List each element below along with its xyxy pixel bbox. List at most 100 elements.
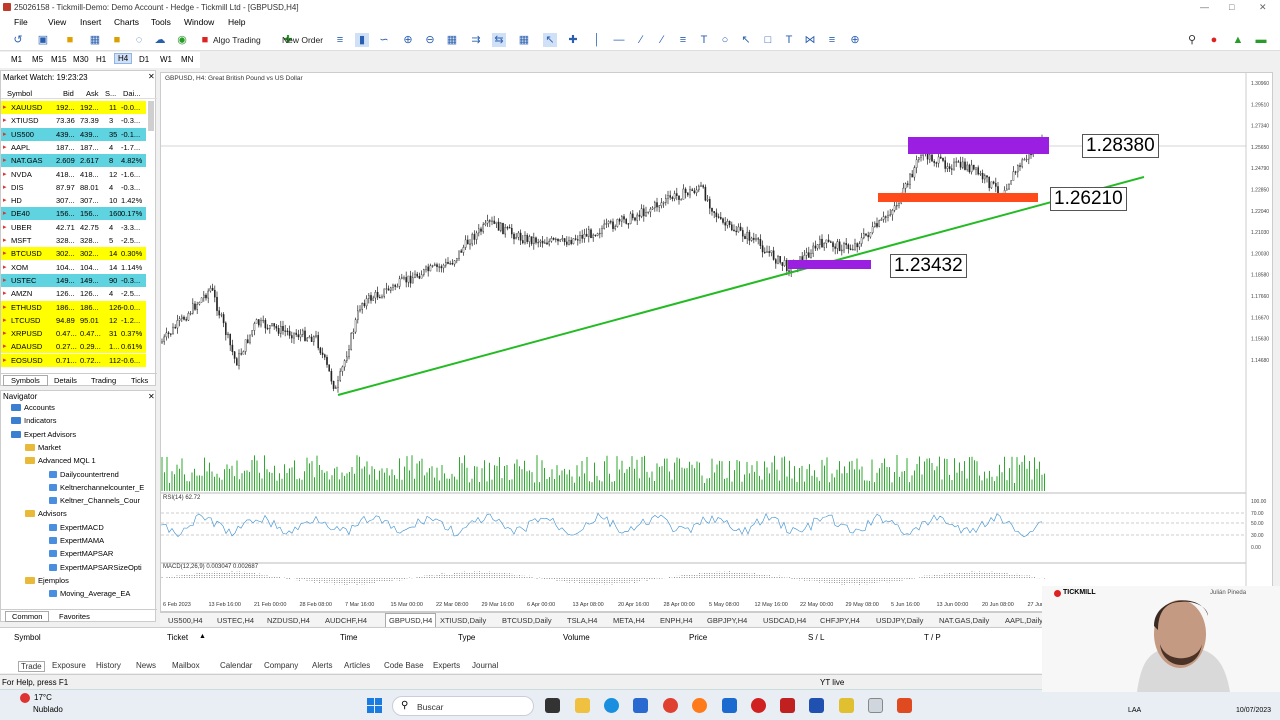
close-icon[interactable]: ✕ <box>148 392 155 401</box>
market-watch-row[interactable]: EOSUSD 0.71... 0.72... 112 -0.6... ▸ <box>1 353 146 367</box>
timeframe-m5[interactable]: M5 <box>29 55 46 64</box>
rectangle-icon[interactable]: □ <box>761 33 775 47</box>
chart-tab[interactable]: AAPL,Daily <box>1005 616 1043 625</box>
community-icon[interactable]: ◉ <box>175 33 189 47</box>
tab-common[interactable]: Common <box>5 611 50 622</box>
chart-tab[interactable]: GBPJPY,H4 <box>707 616 747 625</box>
col-ticket[interactable]: Ticket <box>167 633 188 642</box>
navigator-item[interactable]: Advanced MQL 1 <box>25 454 96 467</box>
close-icon[interactable]: ✕ <box>1259 2 1267 13</box>
zoom-in-icon[interactable]: ⊕ <box>401 33 415 47</box>
chart-tab[interactable]: NZDUSD,H4 <box>267 616 310 625</box>
navigator-item[interactable]: Accounts <box>11 401 55 414</box>
search-icon[interactable]: ⚲ <box>1185 33 1199 47</box>
elliott-icon[interactable]: ≡ <box>825 33 839 47</box>
menu-tools[interactable]: Tools <box>151 17 171 27</box>
timeframe-h4[interactable]: H4 <box>114 53 133 64</box>
app-red-icon[interactable] <box>780 698 795 713</box>
trend-line-icon[interactable]: ∕ <box>634 33 648 47</box>
navigator-item[interactable]: Ejemplos <box>25 574 69 587</box>
market-watch-row[interactable]: US500 439... 439... 35 -0.1... ▸ <box>1 127 146 141</box>
arrows-icon[interactable]: ↖ <box>739 33 753 47</box>
data-window-icon[interactable]: ▦ <box>88 33 102 47</box>
market-watch-row[interactable]: LTCUSD 94.89 95.01 12 -1.2... ▸ <box>1 313 146 327</box>
toolbox-tab[interactable]: Mailbox <box>172 661 200 670</box>
col-sl[interactable]: S / L <box>808 633 824 642</box>
vertical-line-icon[interactable]: │ <box>590 33 604 47</box>
text-label-icon[interactable]: T <box>782 33 796 47</box>
navigator-item[interactable]: ExpertMAMA <box>49 534 104 547</box>
menu-file[interactable]: File <box>14 17 28 27</box>
timeframe-mn[interactable]: MN <box>178 55 196 64</box>
chart-tab[interactable]: NAT.GAS,Daily <box>939 616 989 625</box>
chart-tab[interactable]: AUDCHF,H4 <box>325 616 367 625</box>
toolbox-tab[interactable]: Experts <box>433 661 460 670</box>
vps-icon[interactable]: ☁ <box>153 33 167 47</box>
navigator-item[interactable]: Moving_Average_EA <box>49 587 130 600</box>
edge-icon[interactable] <box>604 698 619 713</box>
weather-icon[interactable] <box>20 693 30 703</box>
timeframe-m1[interactable]: M1 <box>8 55 25 64</box>
horizontal-line-icon[interactable]: — <box>612 33 626 47</box>
market-watch-row[interactable]: DE40 156... 156... 160 0.17% ▸ <box>1 207 146 221</box>
file-explorer-icon[interactable] <box>575 698 590 713</box>
channel-icon[interactable]: ∕ <box>655 33 669 47</box>
maximize-icon[interactable]: □ <box>1229 2 1234 12</box>
col-ask[interactable]: Ask <box>86 89 99 98</box>
market-watch-row[interactable]: NVDA 418... 418... 12 -1.6... ▸ <box>1 167 146 181</box>
line-chart-icon[interactable]: ∽ <box>377 33 391 47</box>
navigator-item[interactable]: ExpertMAPSARSizeOpti <box>49 561 142 574</box>
menu-window[interactable]: Window <box>184 17 214 27</box>
cursor-icon[interactable]: ↖ <box>543 33 557 47</box>
crosshair-icon[interactable]: ✚ <box>566 33 580 47</box>
language-indicator[interactable]: LAA <box>1128 707 1141 714</box>
chrome-icon[interactable] <box>663 698 678 713</box>
store-icon[interactable] <box>633 698 648 713</box>
col-symbol[interactable]: Symbol <box>14 633 41 642</box>
tab-trading[interactable]: Trading <box>91 376 116 385</box>
clock-date[interactable]: 10/07/2023 <box>1236 707 1271 714</box>
market-watch-row[interactable]: XTIUSD 73.36 73.39 3 -0.3... ▸ <box>1 114 146 128</box>
navigator-item[interactable]: ExpertMAPSAR <box>49 547 113 560</box>
menu-charts[interactable]: Charts <box>114 17 139 27</box>
app-orange-icon[interactable] <box>897 698 912 713</box>
new-chart-icon[interactable]: ↺ <box>8 33 28 47</box>
col-tp[interactable]: T / P <box>924 633 941 642</box>
menu-view[interactable]: View <box>48 17 66 27</box>
col-type[interactable]: Type <box>458 633 475 642</box>
tab-symbols[interactable]: Symbols <box>3 375 48 386</box>
new-order-button[interactable]: New Order <box>282 35 323 45</box>
col-price[interactable]: Price <box>689 633 707 642</box>
chart-tab[interactable]: BTCUSD,Daily <box>502 616 552 625</box>
strategy-tester-icon[interactable]: ◌ <box>132 33 146 47</box>
navigator-item[interactable]: Advisors <box>25 507 67 520</box>
grid-icon[interactable]: ▦ <box>445 33 459 47</box>
metatrader-icon[interactable] <box>868 698 883 713</box>
zoom-out-icon[interactable]: ⊖ <box>423 33 437 47</box>
gann-icon[interactable]: ⋈ <box>803 33 817 47</box>
toolbox-tab[interactable]: History <box>96 661 121 670</box>
chart-tab[interactable]: META,H4 <box>613 616 645 625</box>
connection-status-icon[interactable]: ▬ <box>1248 33 1274 47</box>
lock-icon[interactable]: ■ <box>110 33 124 47</box>
market-watch-row[interactable]: ETHUSD 186... 186... 126 -0.0... ▸ <box>1 300 146 314</box>
chart-tab[interactable]: US500,H4 <box>168 616 203 625</box>
outlook-icon[interactable] <box>722 698 737 713</box>
toolbox-tab[interactable]: Code Base <box>384 661 424 670</box>
navigator-item[interactable]: ExpertMACD <box>49 521 104 534</box>
toolbox-tab[interactable]: Journal <box>472 661 498 670</box>
fibonacci-icon[interactable]: ≡ <box>676 33 690 47</box>
navigator-item[interactable]: Keltnerchannelcounter_E <box>49 481 144 494</box>
chart-tab[interactable]: XTIUSD,Daily <box>440 616 486 625</box>
indicators-icon[interactable]: ▦ <box>517 33 531 47</box>
minimize-icon[interactable]: — <box>1200 2 1209 12</box>
toolbox-tab[interactable]: Trade <box>18 661 45 672</box>
notifications-icon[interactable]: ● <box>1207 33 1221 47</box>
profiles-icon[interactable]: ▣ <box>34 33 52 47</box>
col-bid[interactable]: Bid <box>63 89 74 98</box>
notes-icon[interactable] <box>839 698 854 713</box>
col-volume[interactable]: Volume <box>563 633 590 642</box>
col-spread[interactable]: S... <box>105 89 116 98</box>
market-watch-row[interactable]: USTEC 149... 149... 90 -0.3... ▸ <box>1 273 146 287</box>
chart-tab[interactable]: GBPUSD,H4 <box>385 613 437 628</box>
